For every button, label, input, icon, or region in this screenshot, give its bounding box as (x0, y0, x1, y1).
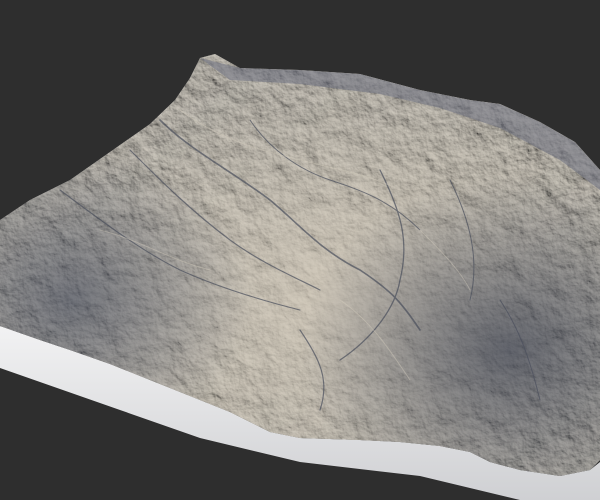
terrain-surface (0, 54, 600, 476)
terrain-render (0, 54, 600, 500)
render-viewport (0, 0, 600, 500)
